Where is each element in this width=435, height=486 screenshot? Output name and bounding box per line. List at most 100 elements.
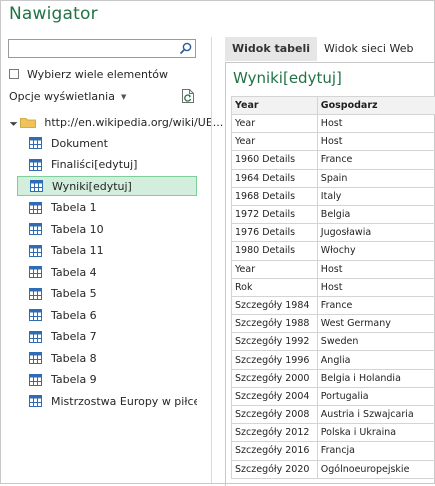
tree-root[interactable]: ◢ http://en.wikipedia.org/wiki/UE... [11, 114, 223, 130]
window-title: Nawigator [9, 4, 98, 24]
tree-item-label: Tabela 6 [51, 309, 97, 322]
table-icon [29, 159, 42, 171]
tree-item-label: Tabela 1 [51, 201, 97, 214]
table-icon [29, 309, 42, 321]
search-box[interactable] [8, 39, 196, 58]
table-cell-year: Szczegóły 2020 [232, 460, 318, 478]
table-cell-year: Rok [232, 278, 318, 296]
tree-item-label: Wyniki[edytuj] [52, 180, 132, 193]
search-input[interactable] [12, 43, 176, 60]
tree-item-label: Tabela 9 [51, 373, 97, 386]
table-row: Szczegóły 1988West Germany [232, 315, 435, 333]
table-cell-year: Year [232, 115, 318, 133]
view-tabs: Widok tabeli Widok sieci Web [225, 37, 420, 61]
table-icon [29, 202, 42, 214]
table-row: 1960 DetailsFrance [232, 151, 435, 169]
table-row: YearHost [232, 115, 435, 133]
table-cell-host: France [317, 151, 435, 169]
table-cell-year: Szczegóły 1984 [232, 296, 318, 314]
table-cell-year: 1960 Details [232, 151, 318, 169]
table-cell-host: Host [317, 133, 435, 151]
table-cell-year: Szczegóły 2000 [232, 369, 318, 387]
table-cell-host: Austria i Szwajcaria [317, 406, 435, 424]
table-row: YearHost [232, 260, 435, 278]
table-cell-host: France [317, 296, 435, 314]
column-header-gospodarz[interactable]: Gospodarz [317, 97, 435, 115]
preview-pane: Wyniki[edytuj] Year Gospodarz YearHostYe… [225, 62, 435, 486]
table-row: Szczegóły 2020Ogólnoeuropejskie [232, 460, 435, 478]
table-row: YearHost [232, 133, 435, 151]
column-header-year[interactable]: Year [232, 97, 318, 115]
expand-triangle-icon[interactable]: ◢ [9, 117, 18, 126]
tree-item-tabela-7[interactable]: Tabela 7 [17, 327, 197, 347]
tree-item-tabela-1[interactable]: Tabela 1 [17, 198, 197, 218]
multi-select-checkbox[interactable] [9, 69, 19, 79]
multi-select-label: Wybierz wiele elementów [27, 68, 168, 81]
caret-down-icon: ▼ [121, 93, 126, 101]
tree-root-label: http://en.wikipedia.org/wiki/UE... [44, 116, 223, 129]
table-row: 1972 DetailsBelgia [232, 205, 435, 223]
table-row: 1968 DetailsItaly [232, 187, 435, 205]
table-cell-host: Polska i Ukraina [317, 424, 435, 442]
multi-select-option[interactable]: Wybierz wiele elementów [9, 67, 168, 81]
tree-item-label: Tabela 8 [51, 352, 97, 365]
tab-web-view[interactable]: Widok sieci Web [317, 37, 420, 61]
table-icon [29, 374, 42, 386]
table-icon [29, 137, 42, 149]
table-cell-year: Szczegóły 1996 [232, 351, 318, 369]
table-cell-host: Anglia [317, 351, 435, 369]
tree-item-label: Finaliści[edytuj] [51, 158, 137, 171]
navigator-window: Nawigator Wybierz wiele elementów Opcje … [0, 0, 435, 484]
pane-divider[interactable] [211, 37, 212, 483]
tree-item-tabela-5[interactable]: Tabela 5 [17, 284, 197, 304]
table-cell-year: Year [232, 260, 318, 278]
table-row: Szczegóły 2016Francja [232, 442, 435, 460]
display-options-dropdown[interactable]: Opcje wyświetlania ▼ [9, 90, 126, 103]
table-row: Szczegóły 2012Polska i Ukraina [232, 424, 435, 442]
tree-item-tabela-10[interactable]: Tabela 10 [17, 219, 197, 239]
tree-item-tabela-9[interactable]: Tabela 9 [17, 370, 197, 390]
table-cell-host: Italy [317, 187, 435, 205]
tree-item-label: Tabela 10 [51, 223, 104, 236]
table-icon [29, 331, 42, 343]
table-cell-year: 1964 Details [232, 169, 318, 187]
tree-item-label: Tabela 5 [51, 287, 97, 300]
tree-item-tabela-6[interactable]: Tabela 6 [17, 305, 197, 325]
preview-title: Wyniki[edytuj] [233, 69, 342, 87]
tree-item-label: Tabela 4 [51, 266, 97, 279]
tree-item-finalisci[interactable]: Finaliści[edytuj] [17, 155, 197, 175]
table-cell-year: 1968 Details [232, 187, 318, 205]
table-icon [29, 245, 42, 257]
table-row: Szczegóły 2004Portugalia [232, 387, 435, 405]
tree-item-mistrzostwa[interactable]: Mistrzostwa Europy w piłce n... [17, 391, 197, 411]
table-cell-year: Szczegóły 2016 [232, 442, 318, 460]
tree-item-tabela-4[interactable]: Tabela 4 [17, 262, 197, 282]
preview-table: Year Gospodarz YearHostYearHost1960 Deta… [231, 96, 435, 479]
table-icon [29, 266, 42, 278]
table-row: 1964 DetailsSpain [232, 169, 435, 187]
table-cell-host: Portugalia [317, 387, 435, 405]
tree-item-label: Dokument [51, 137, 108, 150]
search-icon[interactable] [179, 42, 192, 55]
table-cell-year: Szczegóły 1988 [232, 315, 318, 333]
table-row: 1976 DetailsJugosławia [232, 224, 435, 242]
table-cell-year: Szczegóły 2004 [232, 387, 318, 405]
tab-table-view[interactable]: Widok tabeli [225, 37, 317, 61]
table-row: Szczegóły 1996Anglia [232, 351, 435, 369]
tree-item-label: Tabela 7 [51, 330, 97, 343]
tree-item-wyniki[interactable]: Wyniki[edytuj] [17, 176, 197, 196]
tree-item-dokument[interactable]: Dokument [17, 133, 197, 153]
refresh-icon[interactable] [181, 88, 195, 104]
tree-items: Dokument Finaliści[edytuj] Wyniki[edytuj… [17, 133, 197, 413]
table-cell-year: Szczegóły 1992 [232, 333, 318, 351]
table-cell-host: Włochy [317, 242, 435, 260]
table-row: RokHost [232, 278, 435, 296]
tree-item-tabela-11[interactable]: Tabela 11 [17, 241, 197, 261]
table-row: Szczegóły 2008Austria i Szwajcaria [232, 406, 435, 424]
table-cell-year: Year [232, 133, 318, 151]
table-cell-host: Spain [317, 169, 435, 187]
table-icon [29, 352, 42, 364]
table-icon [29, 395, 42, 407]
tree-item-tabela-8[interactable]: Tabela 8 [17, 348, 197, 368]
table-cell-year: Szczegóły 2012 [232, 424, 318, 442]
